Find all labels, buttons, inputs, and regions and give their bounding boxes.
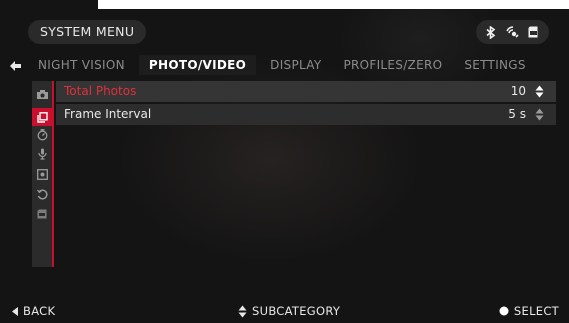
sidebar-item-frames[interactable] <box>32 108 52 126</box>
camera-icon <box>36 89 48 99</box>
tab-settings[interactable]: SETTINGS <box>464 58 525 72</box>
sidebar-item-camera[interactable] <box>32 85 52 103</box>
up-down-arrows-icon <box>238 305 247 317</box>
up-down-arrows-icon[interactable] <box>535 85 544 98</box>
menu-title: SYSTEM MENU <box>28 20 147 44</box>
frames-icon <box>36 111 48 123</box>
sidebar-item-video-settings[interactable] <box>32 165 52 183</box>
video-settings-icon <box>36 168 48 180</box>
category-tabs: NIGHT VISION PHOTO/VIDEO DISPLAY PROFILE… <box>38 53 555 77</box>
tab-photo-video[interactable]: PHOTO/VIDEO <box>138 55 257 75</box>
loop-icon <box>36 189 47 199</box>
left-triangle-icon <box>12 306 18 316</box>
sd-card-icon <box>37 209 47 219</box>
tab-profiles-zero[interactable]: PROFILES/ZERO <box>343 58 442 72</box>
frame-notch <box>0 0 98 9</box>
subcategory-hint: SUBCATEGORY <box>238 304 340 318</box>
sidebar-item-timer[interactable] <box>32 126 52 144</box>
sidebar-item-loop[interactable] <box>32 185 52 203</box>
settings-list: Total Photos 10 Frame Interval 5 s <box>56 81 556 127</box>
setting-label: Frame Interval <box>64 107 152 121</box>
tab-display[interactable]: DISPLAY <box>270 58 321 72</box>
back-hint[interactable]: BACK <box>12 304 55 318</box>
sd-card-icon <box>528 26 538 38</box>
menu-content: Total Photos 10 Frame Interval 5 s <box>32 81 556 291</box>
setting-value: 5 s <box>508 107 526 121</box>
select-label: SELECT <box>513 304 559 318</box>
timer-icon <box>37 129 47 141</box>
select-hint[interactable]: SELECT <box>499 304 559 318</box>
status-bar <box>476 20 549 44</box>
up-down-arrows-icon[interactable] <box>535 108 544 121</box>
sidebar-item-microphone[interactable] <box>32 145 52 163</box>
setting-label: Total Photos <box>64 84 137 98</box>
device-screen: SYSTEM MENU NIGHT VISION PHOTO/VIDEO DIS… <box>0 9 569 323</box>
setting-row-total-photos[interactable]: Total Photos 10 <box>56 81 556 102</box>
bluetooth-icon <box>486 25 496 39</box>
setting-value: 10 <box>510 84 526 98</box>
back-arrow-icon[interactable] <box>10 61 22 71</box>
wifi-icon <box>506 26 519 38</box>
sidebar-item-storage[interactable] <box>32 205 52 223</box>
subcategory-label: SUBCATEGORY <box>252 304 341 318</box>
tab-night-vision[interactable]: NIGHT VISION <box>38 58 125 72</box>
control-hints-bar: BACK SUBCATEGORY SELECT <box>0 299 569 323</box>
subcategory-sidebar <box>32 81 54 267</box>
microphone-icon <box>37 148 47 160</box>
setting-row-frame-interval[interactable]: Frame Interval 5 s <box>56 104 556 125</box>
dot-icon <box>499 306 509 316</box>
back-label: BACK <box>23 304 56 318</box>
